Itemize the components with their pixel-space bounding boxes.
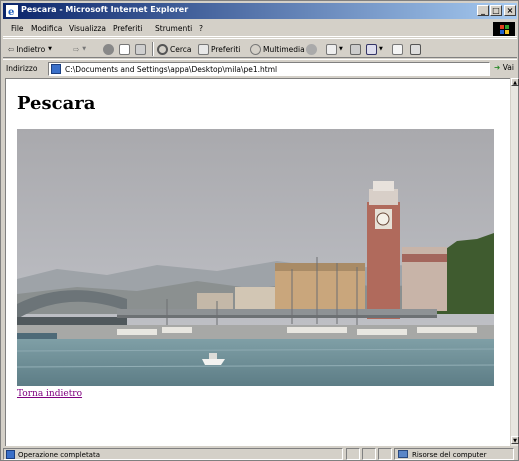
menu-file[interactable]: File bbox=[11, 24, 24, 33]
chevron-down-icon: ▼ bbox=[379, 46, 383, 52]
refresh-button[interactable] bbox=[119, 42, 132, 56]
mail-button[interactable]: ▼ bbox=[326, 42, 343, 56]
scroll-up-icon[interactable]: ▲ bbox=[511, 78, 519, 86]
print-icon bbox=[350, 43, 361, 55]
menu-strumenti[interactable]: Strumenti bbox=[155, 24, 192, 33]
discuss-icon bbox=[392, 43, 403, 55]
mail-icon bbox=[326, 43, 337, 55]
favorites-icon bbox=[198, 43, 209, 55]
menu-help[interactable]: ? bbox=[199, 24, 203, 33]
refresh-icon bbox=[119, 43, 130, 55]
chevron-down-icon: ▼ bbox=[82, 46, 87, 52]
word-icon bbox=[366, 43, 377, 55]
status-main-cell: Operazione completata bbox=[3, 448, 343, 460]
menu-bar: File Modifica Visualizza Preferiti Strum… bbox=[3, 21, 517, 37]
print-button[interactable] bbox=[350, 42, 363, 56]
home-icon bbox=[135, 43, 146, 55]
scroll-down-icon[interactable]: ▼ bbox=[511, 436, 519, 444]
discuss-button[interactable] bbox=[392, 42, 405, 56]
maximize-button[interactable]: □ bbox=[490, 5, 502, 16]
address-input[interactable]: C:\Documents and Settings\appa\Desktop\m… bbox=[48, 62, 490, 76]
menu-visualizza[interactable]: Visualizza bbox=[69, 24, 106, 33]
svg-text:e: e bbox=[8, 7, 14, 17]
home-button[interactable] bbox=[135, 42, 148, 56]
favorites-button[interactable]: Preferiti bbox=[198, 42, 240, 56]
page-content: Pescara Torna indietro bbox=[5, 78, 510, 446]
status-cell bbox=[362, 448, 376, 460]
search-icon bbox=[157, 43, 168, 55]
menu-modifica[interactable]: Modifica bbox=[31, 24, 62, 33]
menu-preferiti[interactable]: Preferiti bbox=[113, 24, 142, 33]
windows-logo-icon bbox=[493, 22, 515, 36]
forward-arrow-icon: ⇨ bbox=[73, 44, 80, 54]
page-icon bbox=[51, 64, 61, 74]
title-bar[interactable]: e Pescara - Microsoft Internet Explorer … bbox=[3, 3, 517, 19]
back-button[interactable]: ⇦ Indietro ▼ bbox=[8, 42, 52, 56]
go-button[interactable]: ➜ Vai bbox=[494, 63, 514, 72]
status-text: Operazione completata bbox=[18, 451, 101, 459]
messenger-button[interactable] bbox=[410, 42, 423, 56]
status-cell bbox=[378, 448, 392, 460]
media-icon bbox=[250, 43, 261, 55]
status-zone-cell: Risorse del computer bbox=[394, 448, 514, 460]
page-title: Pescara bbox=[17, 93, 96, 114]
status-bar: Operazione completata Risorse del comput… bbox=[3, 447, 517, 460]
address-bar: Indirizzo C:\Documents and Settings\appa… bbox=[3, 59, 517, 76]
chevron-down-icon: ▼ bbox=[48, 46, 53, 52]
media-button[interactable]: Multimedia bbox=[250, 42, 305, 56]
stop-icon bbox=[103, 43, 114, 55]
window-title: Pescara - Microsoft Internet Explorer bbox=[21, 5, 189, 14]
chevron-down-icon: ▼ bbox=[339, 46, 343, 52]
vertical-scrollbar[interactable]: ▲ ▼ bbox=[510, 78, 519, 446]
address-url: C:\Documents and Settings\appa\Desktop\m… bbox=[65, 65, 278, 74]
forward-button[interactable]: ⇨ ▼ bbox=[73, 42, 86, 56]
toolbar-separator bbox=[152, 42, 154, 56]
history-icon bbox=[306, 43, 317, 55]
history-button[interactable] bbox=[306, 42, 319, 56]
back-link[interactable]: Torna indietro bbox=[17, 389, 82, 399]
back-arrow-icon: ⇦ bbox=[8, 44, 15, 54]
messenger-icon bbox=[410, 43, 421, 55]
stop-button[interactable] bbox=[103, 42, 116, 56]
close-button[interactable]: × bbox=[504, 5, 516, 16]
search-button[interactable]: Cerca bbox=[157, 42, 192, 56]
harbor-photo bbox=[17, 129, 494, 386]
go-arrow-icon: ➜ bbox=[494, 63, 501, 72]
ie-icon: e bbox=[6, 5, 18, 17]
zone-text: Risorse del computer bbox=[412, 451, 487, 459]
computer-icon bbox=[398, 450, 408, 458]
edit-button[interactable]: ▼ bbox=[366, 42, 383, 56]
browser-window: e Pescara - Microsoft Internet Explorer … bbox=[0, 0, 519, 461]
status-cell bbox=[346, 448, 360, 460]
address-label: Indirizzo bbox=[6, 64, 38, 73]
minimize-button[interactable]: _ bbox=[477, 5, 489, 16]
done-icon bbox=[6, 450, 15, 459]
toolbar: ⇦ Indietro ▼ ⇨ ▼ Cerca Preferiti Multime… bbox=[3, 38, 517, 58]
